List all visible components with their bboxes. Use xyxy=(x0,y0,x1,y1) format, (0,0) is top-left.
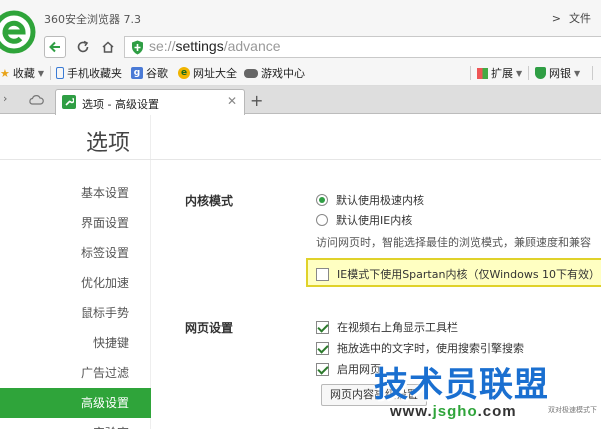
new-tab-button[interactable]: + xyxy=(250,91,263,110)
radio-button[interactable] xyxy=(316,194,328,206)
google-icon: g xyxy=(131,67,143,79)
address-bar[interactable]: se://settings/advance xyxy=(124,36,601,58)
checkbox[interactable] xyxy=(316,267,329,281)
extensions-button[interactable]: 扩展 ▼ xyxy=(477,65,522,81)
netbank-button[interactable]: 网银 ▼ xyxy=(535,65,580,81)
url-scheme: se:// xyxy=(149,38,176,54)
shield-icon xyxy=(535,67,546,79)
radio-fast-kernel[interactable]: 默认使用极速内核 xyxy=(316,192,424,208)
sidebar-item-mouse-gestures[interactable]: 鼠标手势 xyxy=(0,298,151,328)
favorites-item-collect[interactable]: ★ 收藏 ▼ xyxy=(0,65,44,81)
gamepad-icon xyxy=(244,68,258,78)
spartan-option-highlight: IE模式下使用Spartan内核（仅Windows 10下有效） xyxy=(306,258,601,287)
watermark-url-brand: jsgho xyxy=(432,403,478,420)
tab-bar: › 选项 - 高级设置 ✕ + xyxy=(0,86,601,115)
radio-label: 默认使用IE内核 xyxy=(336,214,413,227)
sidebar-menu: 基本设置 界面设置 标签设置 优化加速 鼠标手势 快捷键 广告过滤 高级设置 实… xyxy=(0,178,151,429)
watermark-small-text: 双对极速模式下 xyxy=(548,406,597,414)
checkbox-video-toolbar[interactable]: 在视频右上角显示工具栏 xyxy=(316,319,458,335)
watermark: 技术员联盟 www.jsgho.com 双对极速模式下 xyxy=(362,357,601,429)
favorites-item-google[interactable]: g 谷歌 xyxy=(131,65,168,81)
checkbox-drag-search[interactable]: 拖放选中的文字时，使用搜索引擎搜索 xyxy=(316,340,524,356)
watermark-title: 技术员联盟 xyxy=(374,365,549,405)
favorites-item-web-directory[interactable]: e 网址大全 xyxy=(178,65,237,81)
chevron-right-icon[interactable]: › xyxy=(3,92,7,105)
divider xyxy=(592,66,593,80)
browser-logo-icon xyxy=(0,10,36,54)
sidebar-item-basic[interactable]: 基本设置 xyxy=(0,178,151,208)
section-label-kernel: 内核模式 xyxy=(185,194,234,208)
url-path: /advance xyxy=(223,38,281,54)
reload-button[interactable] xyxy=(72,36,94,58)
file-menu[interactable]: 文件 xyxy=(569,10,591,26)
checkbox-label: 在视频右上角显示工具栏 xyxy=(337,321,458,334)
address-url[interactable]: se://settings/advance xyxy=(149,38,281,54)
sidebar-item-lab[interactable]: 实验室 xyxy=(0,418,151,429)
radio-ie-kernel[interactable]: 默认使用IE内核 xyxy=(316,212,412,228)
sidebar-item-advanced[interactable]: 高级设置 xyxy=(0,388,151,418)
extensions-label: 扩展 xyxy=(491,67,513,80)
phone-icon xyxy=(56,67,64,79)
checkbox-label: IE模式下使用Spartan内核（仅Windows 10下有效） xyxy=(337,268,601,281)
watermark-url-suffix: .com xyxy=(477,403,517,420)
navigation-bar: se://settings/advance xyxy=(0,34,601,60)
chevron-down-icon: ▼ xyxy=(574,68,581,78)
menu-arrow-icon[interactable]: > xyxy=(552,12,561,25)
sidebar-item-ad-filter[interactable]: 广告过滤 xyxy=(0,358,151,388)
favorites-label: 收藏 xyxy=(12,67,35,80)
grid-icon xyxy=(477,67,488,79)
home-button[interactable] xyxy=(97,36,119,58)
shield-icon xyxy=(132,40,143,55)
tab-title: 选项 - 高级设置 xyxy=(82,98,159,111)
radio-label: 默认使用极速内核 xyxy=(336,194,424,207)
title-bar: 360安全浏览器 7.3 > 文件 xyxy=(0,0,601,54)
kernel-hint: 访问网页时，智能选择最佳的浏览模式，兼顾速度和兼容 xyxy=(316,236,591,249)
sidebar-item-tabs[interactable]: 标签设置 xyxy=(0,238,151,268)
radio-button[interactable] xyxy=(316,214,328,226)
watermark-url-prefix: www. xyxy=(390,403,433,420)
checkbox[interactable] xyxy=(316,341,329,355)
home-icon xyxy=(102,41,114,53)
netbank-label: 网银 xyxy=(549,67,571,80)
favorites-bar: ★ 收藏 ▼ 手机收藏夹 g 谷歌 e 网址大全 游戏中心 扩展 ▼ 网银 ▼ xyxy=(0,60,601,86)
tab-settings[interactable]: 选项 - 高级设置 ✕ xyxy=(55,89,245,115)
checkbox[interactable] xyxy=(316,362,329,376)
sidebar-item-optimize[interactable]: 优化加速 xyxy=(0,268,151,298)
app-title: 360安全浏览器 7.3 xyxy=(44,13,141,26)
star-icon: ★ xyxy=(0,66,10,80)
divider xyxy=(470,66,471,80)
reload-icon xyxy=(77,40,89,53)
chevron-down-icon: ▼ xyxy=(516,68,523,78)
chevron-down-icon: ▼ xyxy=(37,68,45,78)
close-icon[interactable]: ✕ xyxy=(227,94,237,108)
sidebar-item-interface[interactable]: 界面设置 xyxy=(0,208,151,238)
watermark-url: www.jsgho.com xyxy=(390,403,517,420)
favorites-label: 网址大全 xyxy=(193,67,237,80)
favorites-label: 谷歌 xyxy=(146,67,168,80)
checkbox-spartan[interactable]: IE模式下使用Spartan内核（仅Windows 10下有效） xyxy=(316,266,600,282)
title-menu: > 文件 xyxy=(552,10,591,26)
divider xyxy=(50,66,51,80)
cloud-icon[interactable] xyxy=(28,94,44,105)
settings-sidebar: 基本设置 界面设置 标签设置 优化加速 鼠标手势 快捷键 广告过滤 高级设置 实… xyxy=(0,115,151,429)
section-label-webpage: 网页设置 xyxy=(185,321,234,335)
checkbox-label: 拖放选中的文字时，使用搜索引擎搜索 xyxy=(337,342,524,355)
settings-wrench-icon xyxy=(62,95,76,109)
web-directory-icon: e xyxy=(178,67,190,79)
favorites-item-game-center[interactable]: 游戏中心 xyxy=(244,65,305,81)
checkbox[interactable] xyxy=(316,320,329,334)
favorites-item-mobile[interactable]: 手机收藏夹 xyxy=(56,65,122,81)
divider xyxy=(528,66,529,80)
back-button[interactable] xyxy=(44,36,66,58)
page-title: 选项 xyxy=(86,131,131,156)
url-host: settings xyxy=(175,38,224,54)
arrow-left-icon xyxy=(49,41,60,53)
favorites-label: 手机收藏夹 xyxy=(67,67,122,80)
favorites-label: 游戏中心 xyxy=(261,67,305,80)
sidebar-item-shortcuts[interactable]: 快捷键 xyxy=(0,328,151,358)
